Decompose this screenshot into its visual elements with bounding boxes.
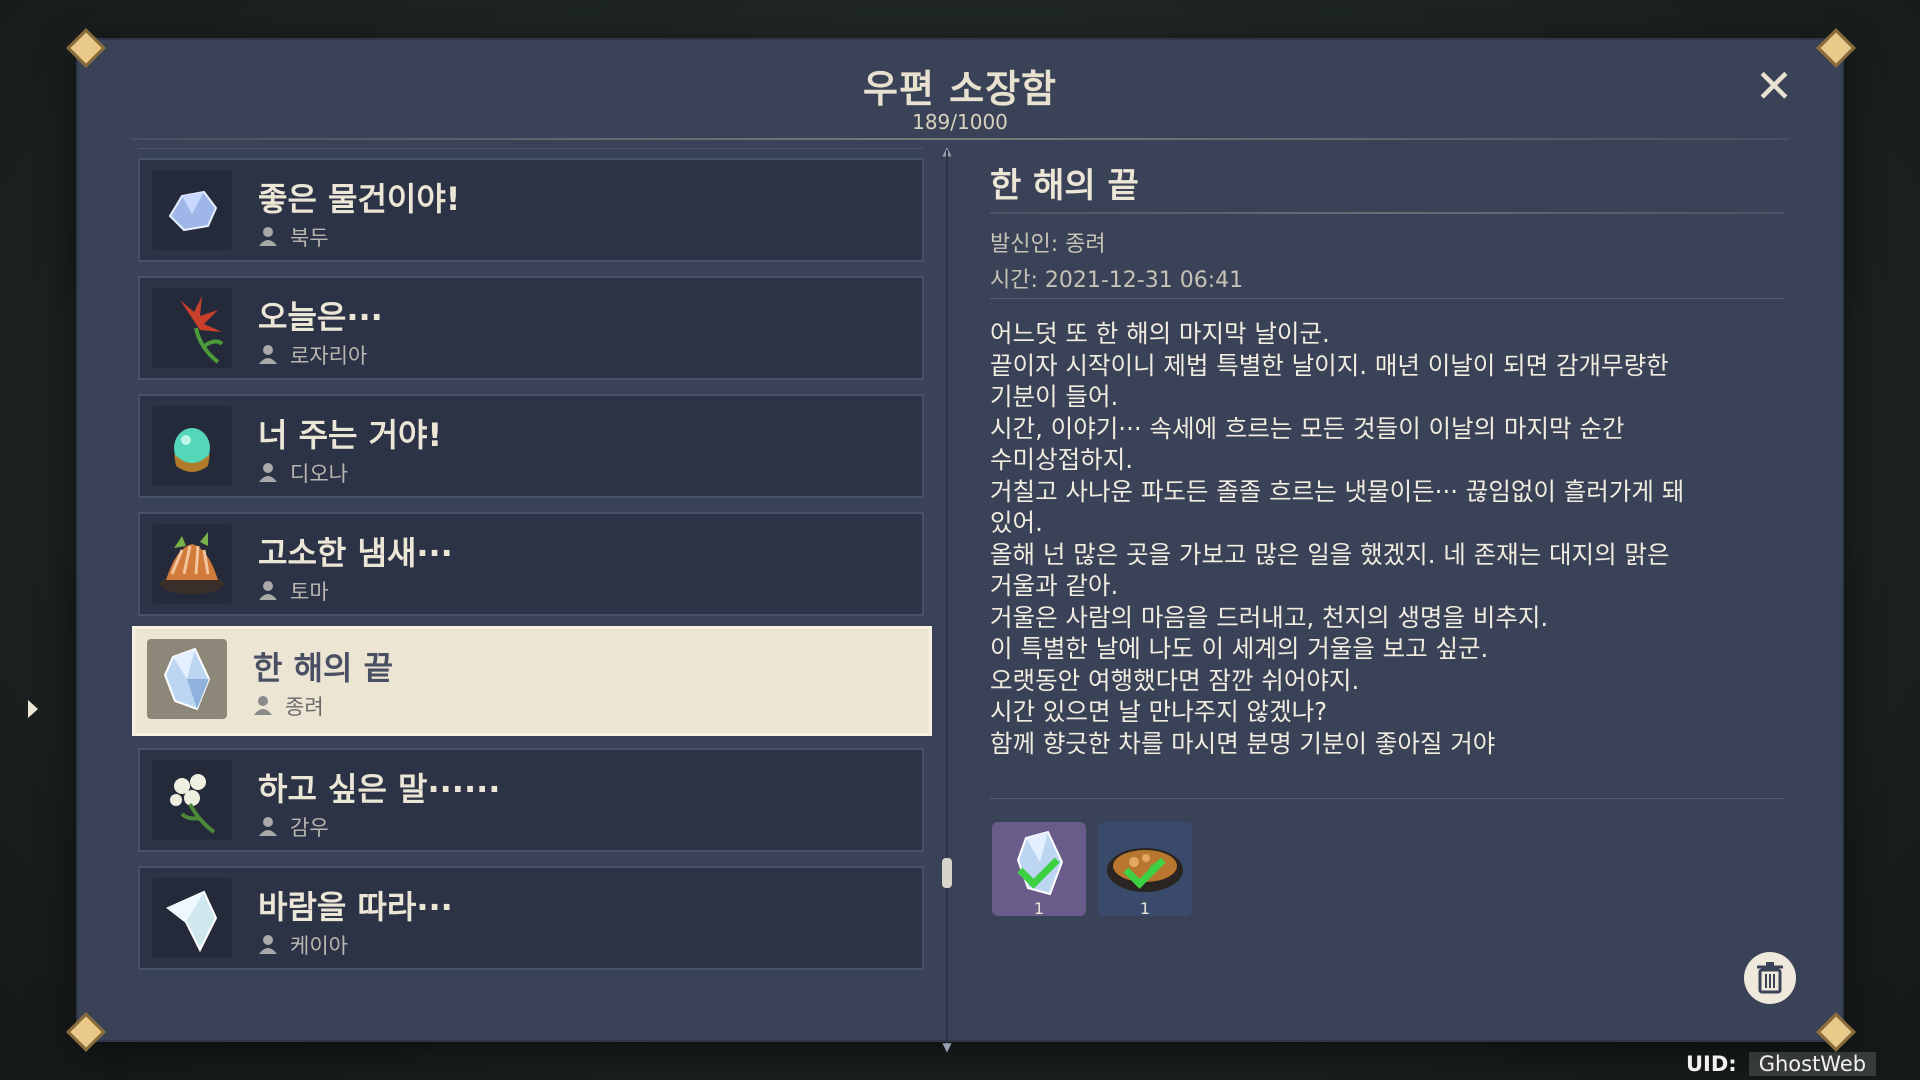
mail-item[interactable]: 하고 싶은 말······ 감우: [138, 748, 924, 852]
mail-subject: 하고 싶은 말······: [258, 770, 501, 808]
uid-value: GhostWeb: [1748, 1052, 1877, 1076]
person-icon: [259, 345, 277, 364]
uid-display: UID: GhostWeb: [1686, 1052, 1877, 1076]
mail-item[interactable]: 고소한 냄새··· 토마: [138, 512, 924, 616]
mail-subject: 한 해의 끝: [253, 649, 394, 687]
crystal-chunk-icon: [147, 639, 227, 719]
meta-divider: [990, 298, 1784, 299]
mail-item[interactable]: 좋은 물건이야! 북두: [138, 158, 924, 262]
window-title: 우편 소장함: [862, 67, 1058, 111]
list-top-edge: [138, 148, 924, 149]
mail-item[interactable]: 너 주는 거야! 디오나: [138, 394, 924, 498]
mail-sender: 디오나: [290, 462, 348, 486]
green-orb-icon: [152, 406, 232, 486]
person-icon: [259, 227, 277, 246]
crystal-ore-icon: [152, 170, 232, 250]
mail-sender: 토마: [290, 580, 329, 604]
mail-list: 좋은 물건이야! 북두 오늘은··· 로자리아 너 주는 거야! 디오나 고소한: [132, 148, 932, 1058]
mail-sender: 북두: [290, 226, 329, 250]
mail-count: 189/1000: [912, 110, 1008, 134]
mail-sender: 로자리아: [290, 344, 368, 368]
trash-icon: [1757, 962, 1783, 994]
mail-subject: 고소한 냄새···: [258, 534, 453, 572]
attachment-qty: 1: [1139, 899, 1151, 918]
mail-sender: 종려: [285, 695, 324, 719]
scroll-down-icon[interactable]: ▼: [940, 1040, 954, 1054]
person-icon: [259, 581, 277, 600]
attachment-item[interactable]: 1: [992, 822, 1086, 918]
white-flower-icon: [152, 760, 232, 840]
scrollbar-thumb[interactable]: [942, 858, 952, 888]
header-divider: [130, 138, 1790, 140]
mail-subject: 오늘은···: [258, 298, 383, 336]
person-icon: [259, 935, 277, 954]
mail-item[interactable]: 오늘은··· 로자리아: [138, 276, 924, 380]
delete-button[interactable]: [1744, 952, 1796, 1004]
scrollbar-track[interactable]: [946, 150, 948, 1050]
detail-time: 시간: 2021-12-31 06:41: [990, 268, 1244, 293]
mail-item[interactable]: 바람을 따라··· 케이아: [138, 866, 924, 970]
mail-sender: 케이아: [290, 934, 348, 958]
detail-title: 한 해의 끝: [990, 166, 1139, 206]
detail-title-divider: [990, 212, 1784, 214]
person-icon: [259, 463, 277, 482]
grilled-dish-icon: [152, 524, 232, 604]
close-button[interactable]: ✕: [1750, 62, 1798, 110]
red-flower-icon: [152, 288, 232, 368]
selected-indicator-icon: [28, 700, 38, 718]
mail-subject: 너 주는 거야!: [258, 416, 443, 454]
attachment-qty: 1: [1033, 899, 1045, 918]
mail-sender: 감우: [290, 816, 329, 840]
person-icon: [254, 696, 272, 715]
body-divider: [990, 798, 1784, 799]
mail-body: 어느덧 또 한 해의 마지막 날이군. 끝이자 시작이니 제법 특별한 날이지.…: [990, 319, 1685, 758]
detail-sender: 발신인: 종려: [990, 232, 1106, 257]
mail-item-selected[interactable]: 한 해의 끝 종려: [132, 626, 932, 736]
mail-subject: 좋은 물건이야!: [258, 180, 461, 218]
ice-crystal-icon: [152, 878, 232, 958]
mail-subject: 바람을 따라···: [258, 888, 453, 926]
uid-label: UID:: [1686, 1052, 1737, 1076]
person-icon: [259, 817, 277, 836]
mailbox-panel: 우편 소장함 189/1000 ✕ 좋은 물건이야! 북두 오늘은··· 로자리…: [78, 40, 1842, 1054]
attachment-item[interactable]: 1: [1098, 822, 1192, 918]
